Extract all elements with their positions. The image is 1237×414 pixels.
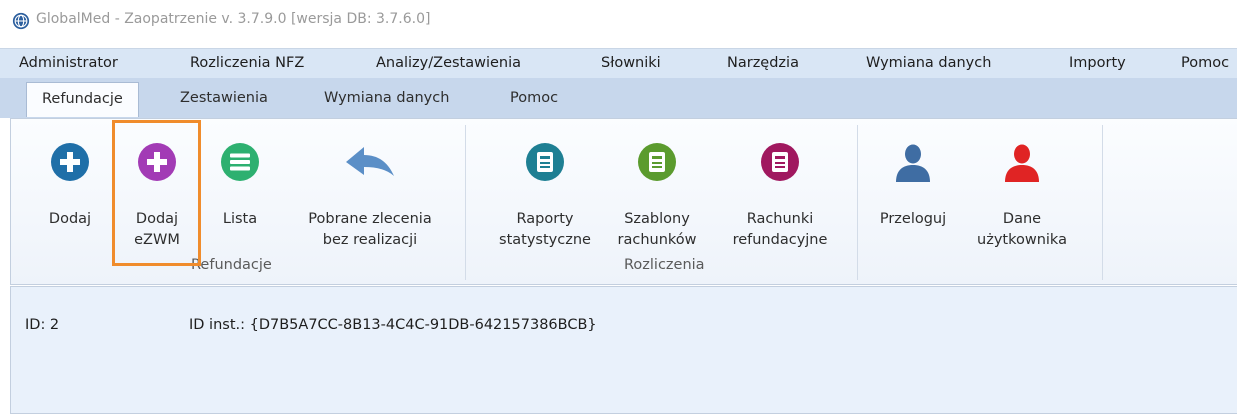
- pobrane-zlecenia-label-line1: Pobrane zlecenia: [308, 211, 432, 227]
- dodaj-label: Dodaj: [48, 211, 92, 227]
- dane-uzytkownika-label-line2: użytkownika: [977, 232, 1067, 248]
- group-label-rozliczenia: Rozliczenia: [624, 257, 705, 273]
- menu-importy[interactable]: Importy: [1069, 55, 1126, 71]
- szablony-label-line2: rachunków: [617, 232, 697, 248]
- invoice-icon: [761, 143, 799, 181]
- menu-narzedzia[interactable]: Narzędzia: [727, 55, 799, 71]
- dodaj-button[interactable]: Dodaj: [30, 142, 110, 247]
- rachunki-refundacyjne-button[interactable]: Rachunki refundacyjne: [717, 142, 843, 248]
- menu-analizy-zestawienia[interactable]: Analizy/Zestawienia: [376, 55, 521, 71]
- menu-bar: Administrator Rozliczenia NFZ Analizy/Ze…: [0, 48, 1237, 79]
- template-icon: [638, 143, 676, 181]
- record-id: ID: 2: [25, 317, 60, 333]
- menu-slowniki[interactable]: Słowniki: [601, 55, 661, 71]
- globe-icon: [12, 12, 30, 30]
- installation-id: ID inst.: {D7B5A7CC-8B13-4C4C-91DB-64215…: [189, 317, 597, 333]
- menu-administrator[interactable]: Administrator: [19, 55, 118, 71]
- tab-zestawienia[interactable]: Zestawienia: [180, 90, 268, 106]
- tab-wymiana-danych[interactable]: Wymiana danych: [324, 90, 449, 106]
- pobrane-zlecenia-label-line2: bez realizacji: [322, 232, 418, 248]
- window-titlebar: GlobalMed - Zaopatrzenie v. 3.7.9.0 [wer…: [0, 0, 1237, 40]
- raporty-label-line1: Raporty: [516, 211, 574, 227]
- group-separator: [465, 125, 466, 280]
- raporty-label-line2: statystyczne: [499, 232, 591, 248]
- tab-pomoc[interactable]: Pomoc: [510, 90, 558, 106]
- highlight-box: [112, 120, 201, 266]
- pobrane-zlecenia-button[interactable]: Pobrane zlecenia bez realizacji: [282, 142, 458, 248]
- lista-label: Lista: [222, 211, 258, 227]
- report-icon: [526, 143, 564, 181]
- group-separator: [857, 125, 858, 280]
- menu-rozliczenia-nfz[interactable]: Rozliczenia NFZ: [190, 55, 304, 71]
- dane-uzytkownika-button[interactable]: Dane użytkownika: [963, 142, 1081, 248]
- menu-wymiana-danych[interactable]: Wymiana danych: [866, 55, 991, 71]
- ribbon-tab-bar: Refundacje Zestawienia Wymiana danych Po…: [0, 78, 1237, 118]
- user-icon: [896, 144, 930, 182]
- przeloguj-button[interactable]: Przeloguj: [865, 142, 961, 247]
- szablony-rachunkow-button[interactable]: Szablony rachunków: [602, 142, 712, 248]
- window-title: GlobalMed - Zaopatrzenie v. 3.7.9.0 [wer…: [36, 11, 431, 27]
- list-icon: [221, 143, 259, 181]
- przeloguj-label: Przeloguj: [879, 211, 947, 227]
- raporty-statystyczne-button[interactable]: Raporty statystyczne: [490, 142, 600, 248]
- tab-refundacje[interactable]: Refundacje: [26, 82, 139, 117]
- szablony-label-line1: Szablony: [624, 211, 690, 227]
- details-panel: ID: 2 ID inst.: {D7B5A7CC-8B13-4C4C-91DB…: [10, 286, 1237, 414]
- dane-uzytkownika-label-line1: Dane: [1002, 211, 1042, 227]
- rachunki-label-line1: Rachunki: [746, 211, 814, 227]
- menu-pomoc[interactable]: Pomoc: [1181, 55, 1229, 71]
- user-icon: [1005, 144, 1039, 182]
- lista-button[interactable]: Lista: [205, 142, 275, 247]
- plus-circle-icon: [51, 143, 89, 181]
- group-label-refundacje: Refundacje: [191, 257, 272, 273]
- rachunki-label-line2: refundacyjne: [732, 232, 828, 248]
- group-separator: [1102, 125, 1103, 280]
- back-arrow-icon: [346, 147, 394, 176]
